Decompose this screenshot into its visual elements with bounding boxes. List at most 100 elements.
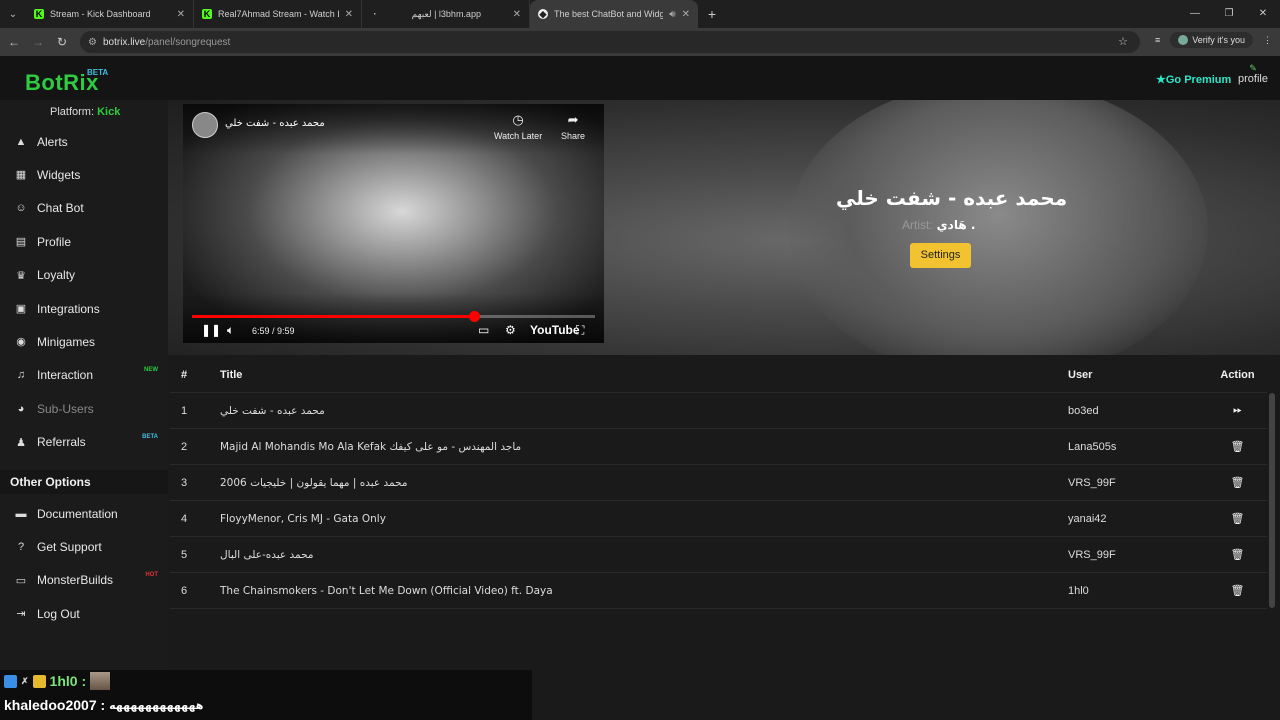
close-icon[interactable]: ✕ <box>513 9 521 20</box>
skip-icon[interactable]: ⏩︎ <box>1233 404 1242 416</box>
sidebar-item-referrals[interactable]: ♟ Referrals BETA <box>0 426 168 459</box>
restore-icon[interactable]: ❐ <box>1212 0 1246 28</box>
row-number: 2 <box>181 440 188 453</box>
song-title: Majid Al Mohandis Mo Ala Kefak ماجد المه… <box>220 440 522 453</box>
sidebar-item-label: Sub-Users <box>37 401 94 416</box>
sidebar-item-label: Get Support <box>37 539 102 554</box>
requester-username: bo3ed <box>1068 404 1099 417</box>
sidebar-item-log-out[interactable]: ⇥ Log Out <box>0 597 168 630</box>
kick-icon: K <box>34 9 44 19</box>
integrations-icon: ▣ <box>15 303 27 315</box>
video-title[interactable]: محمد عبده - شفت خلي <box>225 118 325 129</box>
gamepad-icon: ◉ <box>16 336 26 349</box>
crown-icon <box>32 674 46 688</box>
profile-link[interactable]: ✎ profile <box>1238 64 1268 86</box>
browser-tab-bar: ⌄ K Stream - Kick Dashboard ✕ K Real7Ahm… <box>0 0 1280 28</box>
trophy-icon: ♛ <box>16 269 26 282</box>
sidebar-item-monsterbuilds[interactable]: ▭ MonsterBuilds HOT <box>0 564 168 597</box>
sidebar-item-label: Log Out <box>37 606 80 621</box>
url-path: /panel/songrequest <box>145 36 231 48</box>
table-row: 5 محمد عبده-على البال VRS_99F 🗑︎ <box>170 537 1267 573</box>
table-row: 2 Majid Al Mohandis Mo Ala Kefak ماجد الم… <box>170 429 1267 465</box>
share-icon: ➦ <box>567 112 579 127</box>
close-icon[interactable]: ✕ <box>345 9 353 20</box>
bookmark-star-icon[interactable]: ☆ <box>1118 35 1128 48</box>
url-input[interactable]: ⚙ botrix.live/panel/songrequest ☆ <box>80 31 1140 53</box>
trash-icon[interactable]: 🗑︎ <box>1231 549 1245 561</box>
share-button[interactable]: ➦ Share <box>561 112 585 141</box>
channel-avatar[interactable] <box>192 112 218 138</box>
sidebar-item-documentation[interactable]: ▬ Documentation <box>0 497 168 530</box>
sidebar-item-get-support[interactable]: ? Get Support <box>0 530 168 563</box>
tab-search-icon[interactable]: ⌄ <box>0 0 26 28</box>
row-action: 🗑︎ <box>1208 440 1267 453</box>
trash-icon[interactable]: 🗑︎ <box>1231 585 1245 597</box>
close-window-icon[interactable]: ✕ <box>1246 0 1280 28</box>
sidebar-item-loyalty[interactable]: ♛ Loyalty <box>0 259 168 292</box>
table-row: 4 FloyyMenor, Cris MJ - Gata Only yanai42 🗑… <box>170 501 1267 537</box>
trash-icon[interactable]: 🗑︎ <box>1231 441 1245 453</box>
close-icon[interactable]: ✕ <box>177 9 185 20</box>
browser-tab[interactable]: · l3bhm.app | لعبهم ✕ <box>362 0 530 28</box>
sidebar-item-interaction[interactable]: ♫ Interaction NEW <box>0 359 168 392</box>
site-info-icon[interactable]: ⚙ <box>88 37 97 48</box>
row-action: 🗑︎ <box>1208 548 1267 561</box>
sidebar-item-alerts[interactable]: ▲ Alerts <box>0 125 168 158</box>
volume-icon[interactable]: 🔈︎ <box>227 323 234 338</box>
subtitles-icon[interactable]: ▭ <box>478 323 489 337</box>
settings-button[interactable]: Settings <box>910 243 971 268</box>
scrollbar[interactable] <box>1269 393 1275 608</box>
close-icon[interactable]: ✕ <box>682 9 690 20</box>
song-title: FloyyMenor, Cris MJ - Gata Only <box>220 512 386 525</box>
site-icon: · <box>373 9 377 19</box>
forward-icon[interactable]: → <box>26 35 50 49</box>
browser-tab-active[interactable]: ◆ The best ChatBot and Widgets 🔊︎ ✕ <box>530 0 698 28</box>
row-action: 🗑︎ <box>1208 512 1267 525</box>
sidebar-item-widgets[interactable]: ▦ Widgets <box>0 158 168 191</box>
youtube-player[interactable]: محمد عبده - شفت خلي ◷ Watch Later ➦ Shar… <box>183 104 604 343</box>
sidebar-item-profile[interactable]: ▤ Profile <box>0 225 168 258</box>
widgets-icon: ▦ <box>15 169 27 182</box>
reload-icon[interactable]: ↻ <box>50 35 74 49</box>
row-number: 4 <box>181 512 188 525</box>
media-control-icon[interactable]: ≡ <box>1155 35 1160 45</box>
id-card-icon: ▤ <box>15 236 27 249</box>
tab-label: Real7Ahmad Stream - Watch Live <box>218 9 339 19</box>
song-title: محمد عبده-على البال <box>220 548 314 561</box>
minimize-icon[interactable]: — <box>1178 0 1212 28</box>
settings-gear-icon[interactable]: ⚙ <box>505 323 516 337</box>
chat-text: ههههههههههههه <box>109 698 204 712</box>
browser-tab[interactable]: K Real7Ahmad Stream - Watch Live ✕ <box>194 0 362 28</box>
sidebar-item-chat-bot[interactable]: ☺ Chat Bot <box>0 192 168 225</box>
chat-username: khaledoo2007 : <box>4 697 106 713</box>
song-title: محمد عبده - شفت خلي <box>220 404 325 417</box>
row-number: 5 <box>181 548 188 561</box>
menu-icon[interactable]: ⋮ <box>1263 35 1272 46</box>
trash-icon[interactable]: 🗑︎ <box>1231 513 1245 525</box>
browser-tab[interactable]: K Stream - Kick Dashboard ✕ <box>26 0 194 28</box>
verify-button[interactable]: Verify it's you <box>1170 32 1253 48</box>
youtube-logo[interactable]: YouTube <box>530 323 580 337</box>
now-playing-artist: Artist: هَادي . <box>902 218 976 232</box>
monitor-icon: ▭ <box>15 574 27 587</box>
sidebar-item-sub-users[interactable]: ◕ Sub-Users <box>0 392 168 425</box>
beta-badge: BETA <box>87 68 109 77</box>
fullscreen-icon[interactable]: ⛶ <box>576 323 584 338</box>
pause-icon[interactable]: ❚❚ <box>201 323 221 337</box>
new-tab-button[interactable]: + <box>698 6 726 22</box>
badge-hot: HOT <box>145 571 158 578</box>
go-premium-link[interactable]: ★Go Premium <box>1156 73 1231 86</box>
header-action: Action <box>1220 368 1255 381</box>
speaker-icon[interactable]: 🔊︎ <box>669 9 675 20</box>
trash-icon[interactable]: 🗑︎ <box>1231 477 1245 489</box>
toolbar-right: ≡ Verify it's you ⋮ <box>1155 32 1272 48</box>
sidebar-item-label: Referrals <box>37 435 86 450</box>
back-icon[interactable]: ← <box>2 35 26 49</box>
row-number: 6 <box>181 584 188 597</box>
watch-later-button[interactable]: ◷ Watch Later <box>494 112 542 141</box>
progress-bar[interactable] <box>192 311 595 322</box>
sidebar-item-minigames[interactable]: ◉ Minigames <box>0 325 168 358</box>
platform-indicator: Platform: Kick <box>50 106 121 118</box>
requester-username: 1hl0 <box>1068 584 1089 597</box>
sidebar-item-integrations[interactable]: ▣ Integrations <box>0 292 168 325</box>
